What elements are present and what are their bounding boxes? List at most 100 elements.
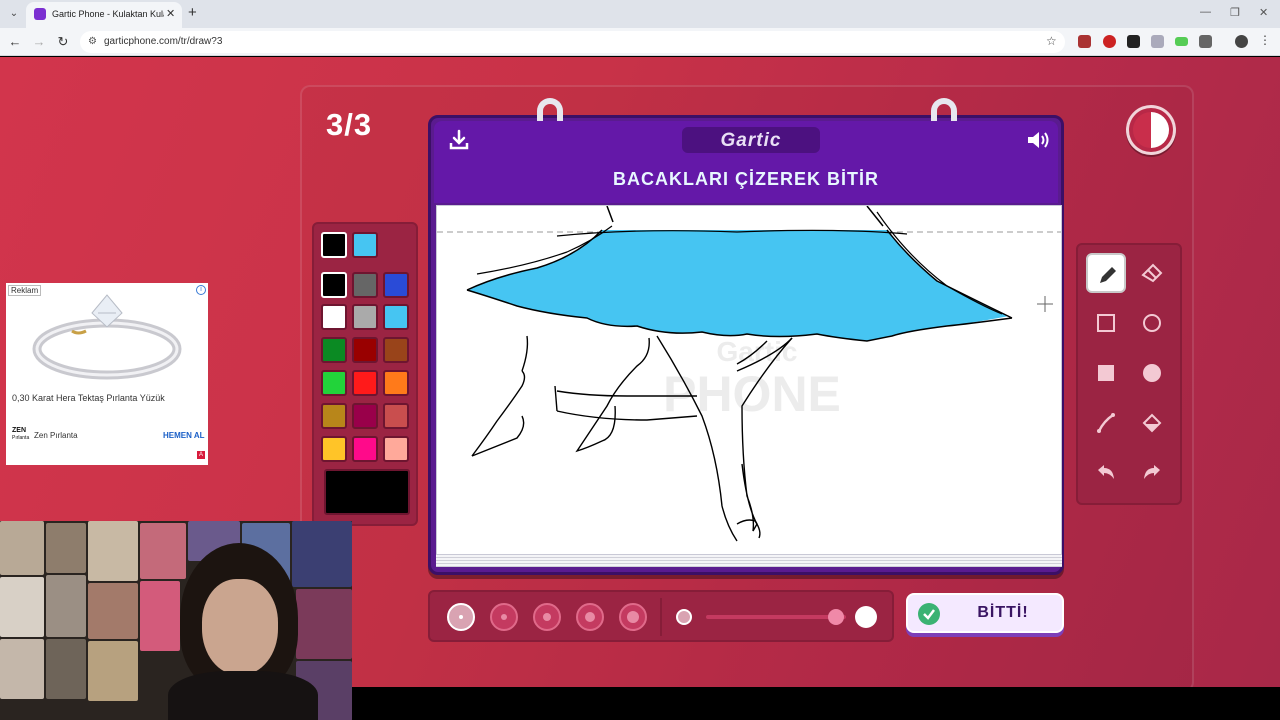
- opacity-slider-handle[interactable]: [828, 609, 844, 625]
- screen-bottom: [352, 687, 1280, 720]
- color-swatch[interactable]: [352, 337, 378, 363]
- opacity-max-icon: [855, 606, 877, 628]
- pencil-tool[interactable]: [1086, 253, 1126, 293]
- color-swatch[interactable]: [321, 337, 347, 363]
- color-swatch[interactable]: [321, 370, 347, 396]
- ellipse-filled-tool[interactable]: [1132, 353, 1172, 393]
- extension-icon[interactable]: [1127, 35, 1140, 48]
- rectangle-filled-icon: [1098, 365, 1114, 381]
- download-icon[interactable]: [448, 129, 470, 151]
- timer-icon: [1126, 105, 1176, 155]
- task-instruction: BACAKLARI ÇİZEREK BİTİR: [613, 169, 879, 189]
- brush-size-option[interactable]: [447, 603, 475, 631]
- check-icon: [918, 603, 940, 625]
- color-swatch[interactable]: [383, 337, 409, 363]
- new-tab-button[interactable]: +: [188, 4, 197, 21]
- color-swatch[interactable]: [352, 436, 378, 462]
- extension-icon[interactable]: [1151, 35, 1164, 48]
- reload-icon[interactable]: ↻: [55, 34, 71, 50]
- window-close-icon[interactable]: ✕: [1259, 6, 1268, 19]
- browser-tab[interactable]: Gartic Phone - Kulaktan Kulağa ✕: [26, 2, 182, 28]
- current-color-preview[interactable]: [324, 469, 410, 515]
- fill-bucket-icon: [1142, 413, 1162, 433]
- ring-product-image: [32, 294, 182, 380]
- extension-icon[interactable]: [1078, 35, 1091, 48]
- opacity-slider[interactable]: [706, 615, 846, 619]
- redo-tool[interactable]: [1132, 453, 1172, 493]
- divider: [660, 598, 662, 636]
- round-counter: 3/3: [326, 107, 373, 142]
- restore-icon[interactable]: ❐: [1230, 6, 1240, 19]
- rectangle-outline-tool[interactable]: [1086, 303, 1126, 343]
- address-bar[interactable]: ⚙ garticphone.com/tr/draw?3 ☆: [80, 31, 1065, 53]
- ad-brand: Zen Pırlanta: [34, 431, 78, 440]
- color-swatch[interactable]: [352, 304, 378, 330]
- color-swatch[interactable]: [383, 304, 409, 330]
- extensions-puzzle-icon[interactable]: [1199, 35, 1212, 48]
- gartic-favicon-icon: [34, 8, 46, 20]
- color-swatch[interactable]: [383, 403, 409, 429]
- url-text: garticphone.com/tr/draw?3: [104, 36, 223, 47]
- undo-tool[interactable]: [1086, 453, 1126, 493]
- eraser-tool[interactable]: [1132, 253, 1172, 293]
- color-swatch[interactable]: [321, 436, 347, 462]
- rectangle-outline-icon: [1097, 314, 1115, 332]
- drawing-canvas[interactable]: Gartic PHONE: [436, 205, 1062, 555]
- line-icon: [1097, 413, 1115, 433]
- tab-close-icon[interactable]: ✕: [166, 7, 175, 20]
- profile-avatar[interactable]: [1235, 35, 1248, 48]
- done-button[interactable]: BİTTİ!: [906, 593, 1064, 633]
- color-swatch[interactable]: [352, 403, 378, 429]
- color-swatch[interactable]: [321, 272, 347, 298]
- book-pages-edge: [436, 555, 1062, 567]
- eraser-icon: [1141, 263, 1163, 283]
- site-info-icon[interactable]: ⚙: [88, 36, 97, 47]
- brush-size-option[interactable]: [576, 603, 604, 631]
- opacity-min-icon: [676, 609, 692, 625]
- color-swatch[interactable]: [321, 304, 347, 330]
- sound-icon[interactable]: [1026, 129, 1052, 151]
- back-icon[interactable]: ←: [7, 34, 23, 49]
- brush-size-option[interactable]: [533, 603, 561, 631]
- forward-icon[interactable]: →: [31, 34, 47, 49]
- extension-icon[interactable]: [1103, 35, 1116, 48]
- ad-cta-link[interactable]: HEMEN AL: [163, 431, 204, 440]
- color-swatch[interactable]: [383, 370, 409, 396]
- brush-size-option[interactable]: [619, 603, 647, 631]
- adchoices-icon[interactable]: A: [197, 451, 205, 459]
- tab-search-chevron-icon[interactable]: ⌄: [6, 6, 22, 22]
- ad-title: 0,30 Karat Hera Tektaş Pırlanta Yüzük: [12, 393, 165, 403]
- webcam-feed: [0, 521, 352, 720]
- ellipse-filled-icon: [1143, 364, 1161, 382]
- minimize-icon[interactable]: —: [1200, 6, 1211, 18]
- color-swatch[interactable]: [383, 436, 409, 462]
- extension-icon[interactable]: [1175, 37, 1188, 46]
- menu-kebab-icon[interactable]: ⋮: [1259, 33, 1272, 47]
- undo-icon: [1098, 465, 1114, 479]
- fill-bucket-tool[interactable]: [1132, 403, 1172, 443]
- color-swatch[interactable]: [352, 232, 378, 258]
- tool-panel: [1076, 243, 1182, 505]
- tab-title: Gartic Phone - Kulaktan Kulağa: [52, 9, 164, 19]
- advertisement[interactable]: Reklam i 0,30 Karat Hera Tektaş Pırlanta…: [6, 283, 208, 465]
- pencil-icon: [1100, 267, 1116, 283]
- redo-icon: [1144, 465, 1160, 479]
- color-swatch[interactable]: [321, 232, 347, 258]
- line-tool[interactable]: [1086, 403, 1126, 443]
- watermark-phone: PHONE: [663, 366, 841, 422]
- color-palette: [312, 222, 418, 526]
- bookmark-star-icon[interactable]: ☆: [1046, 34, 1057, 48]
- rectangle-filled-tool[interactable]: [1086, 353, 1126, 393]
- drawing-book: Gartic BACAKLARI ÇİZEREK BİTİR Gartic PH…: [428, 98, 1064, 575]
- color-swatch[interactable]: [352, 272, 378, 298]
- gartic-logo: Gartic: [682, 127, 820, 153]
- logo-text: Gartic: [720, 130, 782, 151]
- brush-size-option[interactable]: [490, 603, 518, 631]
- ellipse-outline-tool[interactable]: [1132, 303, 1172, 343]
- ellipse-outline-icon: [1143, 314, 1161, 332]
- browser-tab-bar: ⌄ Gartic Phone - Kulaktan Kulağa ✕ + — ❐…: [0, 0, 1280, 28]
- color-swatch[interactable]: [352, 370, 378, 396]
- color-swatch[interactable]: [321, 403, 347, 429]
- color-swatch[interactable]: [383, 272, 409, 298]
- book-header: Gartic BACAKLARI ÇİZEREK BİTİR: [434, 121, 1058, 203]
